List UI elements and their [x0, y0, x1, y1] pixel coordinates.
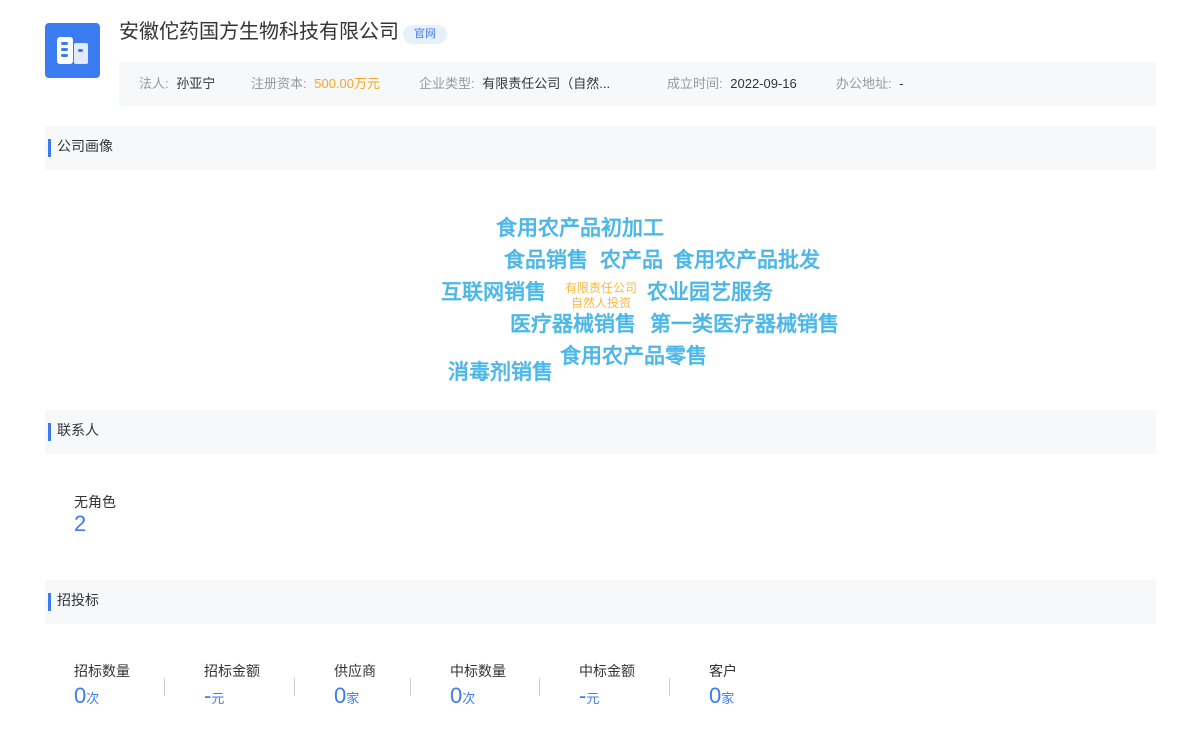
section-accent-bar — [48, 593, 51, 611]
capital-field: 注册资本: 500.00万元 — [251, 62, 380, 106]
company-type-field: 企业类型: 有限责任公司（自然... — [419, 62, 610, 106]
founded-value: 2022-09-16 — [730, 76, 797, 91]
legal-person-value[interactable]: 孙亚宁 — [176, 76, 215, 91]
word-cloud-item[interactable]: 自然人投资 — [558, 296, 644, 311]
stat-number: 0 — [450, 683, 463, 708]
stat-number: 0 — [334, 683, 347, 708]
stat-tender-amount[interactable]: 招标金额 -元 — [204, 662, 260, 713]
word-cloud-item[interactable]: 食用农产品批发 — [673, 248, 820, 274]
contact-role-label: 无角色 — [74, 494, 116, 510]
stat-unit: 家 — [346, 691, 360, 706]
stat-divider — [164, 678, 165, 696]
stat-number: 0 — [709, 683, 722, 708]
word-cloud-item[interactable]: 第一类医疗器械销售 — [650, 312, 839, 338]
word-cloud-item[interactable]: 消毒剂销售 — [448, 360, 553, 386]
address-field: 办公地址: - — [836, 62, 904, 106]
stat-value: 0次 — [74, 682, 130, 713]
section-header-bidding: 招投标 — [45, 580, 1156, 624]
legal-person-label: 法人: — [139, 76, 169, 91]
stat-unit: 元 — [586, 691, 600, 706]
section-title-bidding: 招投标 — [57, 592, 99, 608]
company-name[interactable]: 安徽佗药国方生物科技有限公司 — [119, 19, 399, 45]
section-header-contacts: 联系人 — [45, 410, 1156, 454]
section-header-portrait: 公司画像 — [45, 126, 1156, 170]
stat-value: -元 — [579, 682, 635, 713]
stat-unit: 家 — [721, 691, 735, 706]
stat-value: -元 — [204, 682, 260, 713]
stat-divider — [539, 678, 540, 696]
stat-label: 中标金额 — [579, 663, 635, 679]
stat-label: 招标金额 — [204, 663, 260, 679]
word-cloud-item[interactable]: 食用农产品零售 — [560, 344, 707, 370]
stat-label: 中标数量 — [450, 663, 506, 679]
stat-suppliers[interactable]: 供应商 0家 — [334, 662, 376, 713]
address-value: - — [899, 76, 904, 91]
word-cloud-item[interactable]: 医疗器械销售 — [510, 312, 636, 338]
word-cloud-item[interactable]: 食用农产品初加工 — [496, 216, 664, 242]
word-cloud-item[interactable]: 互联网销售 — [441, 280, 546, 306]
stat-winning-count[interactable]: 中标数量 0次 — [450, 662, 506, 713]
section-title-portrait: 公司画像 — [57, 138, 113, 154]
stat-winning-amount[interactable]: 中标金额 -元 — [579, 662, 635, 713]
founded-label: 成立时间: — [667, 76, 723, 91]
word-cloud-item[interactable]: 农产品 — [600, 248, 663, 274]
founded-field: 成立时间: 2022-09-16 — [667, 62, 797, 106]
stat-unit: 元 — [211, 691, 225, 706]
contact-role-count[interactable]: 2 — [74, 510, 86, 538]
word-cloud-item[interactable]: 食品销售 — [504, 248, 588, 274]
stat-tender-count[interactable]: 招标数量 0次 — [74, 662, 130, 713]
capital-value: 500.00万元 — [314, 76, 381, 91]
address-label: 办公地址: — [836, 76, 892, 91]
stat-customers[interactable]: 客户 0家 — [709, 662, 737, 713]
company-info-bar: 法人: 孙亚宁 注册资本: 500.00万元 企业类型: 有限责任公司（自然..… — [119, 62, 1156, 106]
official-site-badge[interactable]: 官网 — [403, 25, 447, 44]
stat-label: 客户 — [709, 663, 737, 679]
section-accent-bar — [48, 423, 51, 441]
stat-divider — [294, 678, 295, 696]
company-header: 安徽佗药国方生物科技有限公司 官网 法人: 孙亚宁 注册资本: 500.00万元… — [45, 18, 1156, 108]
section-title-contacts: 联系人 — [57, 422, 99, 438]
stat-value: 0次 — [450, 682, 506, 713]
capital-label: 注册资本: — [251, 76, 307, 91]
stat-number: 0 — [74, 683, 87, 708]
stat-divider — [669, 678, 670, 696]
word-cloud-item[interactable]: 农业园艺服务 — [647, 280, 773, 306]
stat-value: 0家 — [334, 682, 376, 713]
building-icon — [45, 23, 100, 78]
stat-value: 0家 — [709, 682, 737, 713]
stat-unit: 次 — [462, 691, 476, 706]
stat-unit: 次 — [86, 691, 100, 706]
stat-label: 招标数量 — [74, 663, 130, 679]
section-accent-bar — [48, 139, 51, 157]
company-type-label: 企业类型: — [419, 76, 475, 91]
stat-label: 供应商 — [334, 663, 376, 679]
company-type-value: 有限责任公司（自然... — [482, 76, 611, 91]
word-cloud-item[interactable]: 有限责任公司 — [558, 281, 644, 296]
legal-person-field: 法人: 孙亚宁 — [139, 62, 215, 106]
stat-divider — [410, 678, 411, 696]
